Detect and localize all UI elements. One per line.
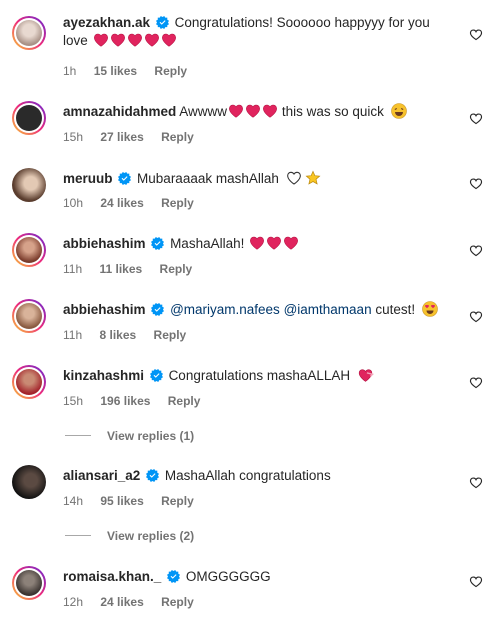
mention-link[interactable]: @mariyam.nafees [170, 302, 280, 317]
heart-ribbon-emoji [357, 367, 374, 388]
red-heart-emoji [248, 236, 299, 251]
comment-body: Mubaraaaak mashAllah [137, 171, 279, 186]
comment-body: cutest! [375, 302, 416, 317]
likes-count[interactable]: 15 likes [94, 64, 137, 78]
likes-count[interactable]: 11 likes [99, 262, 142, 276]
username[interactable]: abbiehashim [63, 302, 146, 317]
comment-text: abbiehashim @mariyam.nafees @iamthamaan … [63, 301, 453, 322]
heart-outline-icon[interactable] [469, 310, 483, 324]
heart-outline-icon[interactable] [469, 177, 483, 191]
comment-body: Awwww [179, 104, 228, 119]
reply-button[interactable]: Reply [161, 595, 194, 609]
white-heart-emoji [286, 170, 302, 191]
heart-outline-icon[interactable] [469, 376, 483, 390]
avatar[interactable] [12, 16, 46, 50]
heart-eyes-emoji [422, 301, 438, 322]
comment-meta: 1h 15 likes Reply [63, 64, 201, 78]
timestamp: 15h [63, 130, 84, 144]
avatar[interactable] [12, 465, 46, 499]
username[interactable]: kinzahashmi [63, 368, 144, 383]
view-replies-button[interactable]: View replies (1) [65, 429, 194, 443]
timestamp: 10h [63, 196, 84, 210]
heart-outline-icon[interactable] [469, 244, 483, 258]
comment-meta: 11h 11 likes Reply [63, 262, 206, 276]
comment-meta: 14h 95 likes Reply [63, 494, 208, 508]
comment-meta: 15h 196 likes Reply [63, 394, 214, 408]
likes-count[interactable]: 24 likes [100, 595, 143, 609]
likes-count[interactable]: 95 likes [100, 494, 143, 508]
username[interactable]: abbiehashim [63, 236, 146, 251]
username[interactable]: ayezakhan.ak [63, 15, 150, 30]
username[interactable]: meruub [63, 171, 113, 186]
heart-outline-icon[interactable] [469, 112, 483, 126]
timestamp: 11h [63, 328, 83, 342]
timestamp: 11h [63, 262, 83, 276]
comment-text: meruub Mubaraaaak mashAllah [63, 170, 453, 191]
heart-outline-icon[interactable] [469, 575, 483, 589]
verified-badge-icon [151, 303, 164, 316]
comment-meta: 12h 24 likes Reply [63, 595, 208, 609]
comment-body: MashaAllah! [170, 236, 245, 251]
avatar[interactable] [12, 299, 46, 333]
laughing-emoji [390, 103, 407, 124]
likes-count[interactable]: 196 likes [100, 394, 150, 408]
comment-text: romaisa.khan._ OMGGGGGG [63, 568, 453, 586]
likes-count[interactable]: 24 likes [100, 196, 143, 210]
red-heart-emoji [227, 104, 278, 119]
comment-body: this was so quick [281, 104, 384, 119]
username[interactable]: aliansari_a2 [63, 468, 140, 483]
comment-meta: 15h 27 likes Reply [63, 130, 208, 144]
reply-button[interactable]: Reply [154, 64, 187, 78]
comment-body: MashaAllah congratulations [164, 468, 331, 483]
reply-button[interactable]: Reply [161, 196, 194, 210]
view-replies-label: View replies (2) [107, 529, 195, 543]
star-emoji [305, 170, 321, 191]
verified-badge-icon [151, 237, 164, 250]
heart-outline-icon[interactable] [469, 28, 483, 42]
comment-text: abbiehashim MashaAllah! [63, 235, 453, 253]
view-replies-button[interactable]: View replies (2) [65, 529, 194, 543]
likes-count[interactable]: 8 likes [99, 328, 136, 342]
reply-button[interactable]: Reply [161, 494, 194, 508]
comment-text: aliansari_a2 MashaAllah congratulations [63, 467, 453, 485]
timestamp: 12h [63, 595, 84, 609]
avatar[interactable] [12, 566, 46, 600]
comment-body: OMGGGGGG [185, 569, 271, 584]
avatar[interactable] [12, 101, 46, 135]
avatar[interactable] [12, 365, 46, 399]
verified-badge-icon [150, 369, 163, 382]
verified-badge-icon [146, 469, 159, 482]
reply-button[interactable]: Reply [160, 262, 193, 276]
comment-text: ayezakhan.ak Congratulations! Soooooo ha… [63, 14, 453, 50]
timestamp: 1h [63, 64, 77, 78]
divider [65, 535, 91, 536]
verified-badge-icon [167, 570, 180, 583]
comment-text: amnazahidahmed Awwww this was so quick [63, 103, 453, 124]
comment-meta: 10h 24 likes Reply [63, 196, 208, 210]
avatar[interactable] [12, 233, 46, 267]
heart-outline-icon[interactable] [469, 476, 483, 490]
timestamp: 15h [63, 394, 84, 408]
red-heart-emoji [92, 33, 177, 48]
verified-badge-icon [118, 172, 131, 185]
comment-meta: 11h 8 likes Reply [63, 328, 200, 342]
comment-text: kinzahashmi Congratulations mashaALLAH [63, 367, 453, 388]
reply-button[interactable]: Reply [154, 328, 187, 342]
username[interactable]: amnazahidahmed [63, 104, 176, 119]
mention-link[interactable]: @iamthamaan [284, 302, 372, 317]
comment-body: Congratulations mashaALLAH [168, 368, 351, 383]
avatar[interactable] [12, 168, 46, 202]
likes-count[interactable]: 27 likes [100, 130, 143, 144]
timestamp: 14h [63, 494, 84, 508]
reply-button[interactable]: Reply [168, 394, 201, 408]
reply-button[interactable]: Reply [161, 130, 194, 144]
username[interactable]: romaisa.khan._ [63, 569, 161, 584]
verified-badge-icon [156, 16, 169, 29]
divider [65, 435, 91, 436]
view-replies-label: View replies (1) [107, 429, 195, 443]
